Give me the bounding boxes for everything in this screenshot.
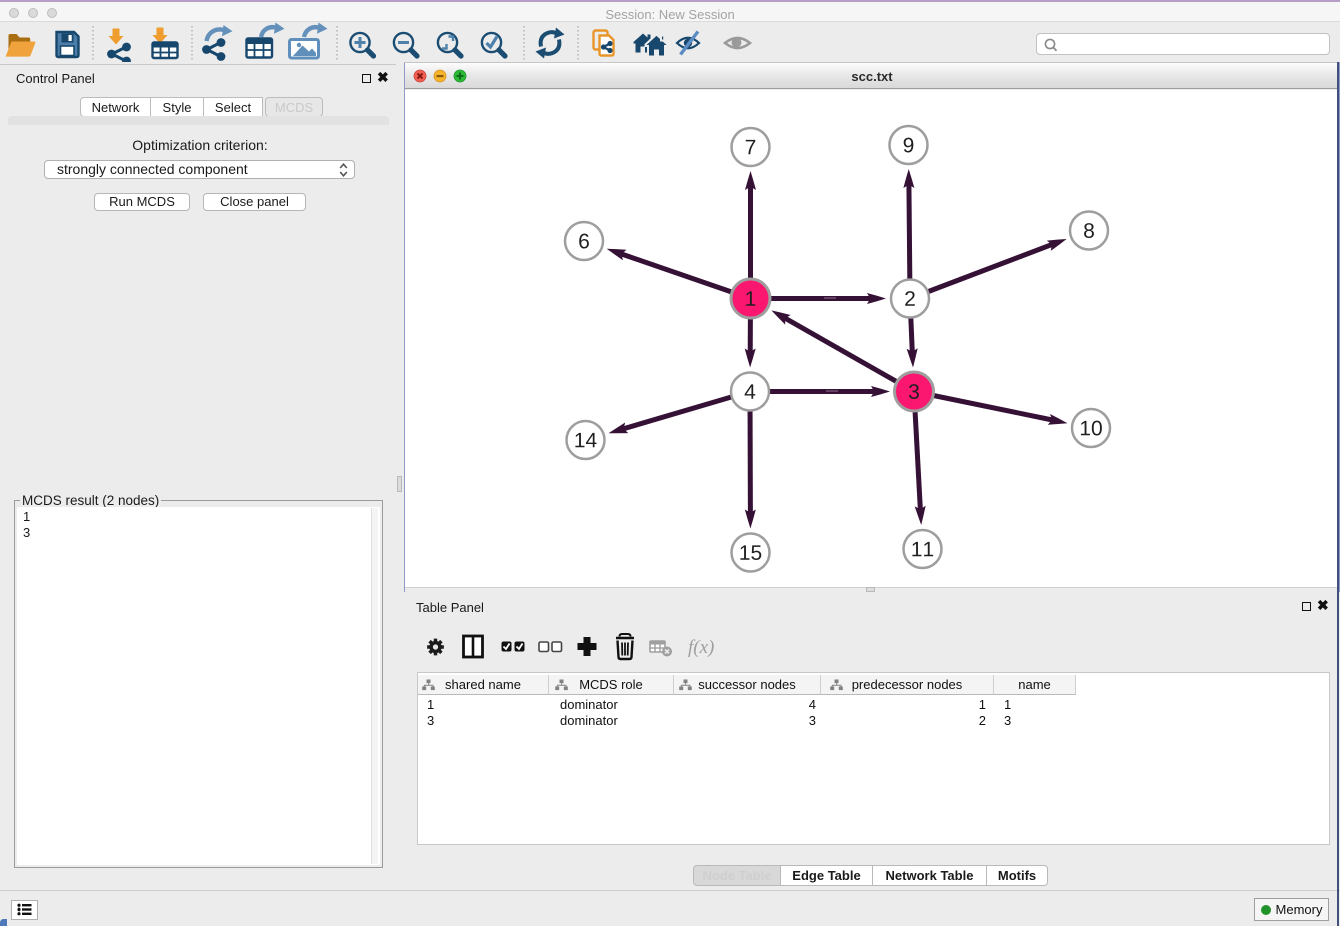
svg-text:f(x): f(x)	[688, 637, 714, 658]
